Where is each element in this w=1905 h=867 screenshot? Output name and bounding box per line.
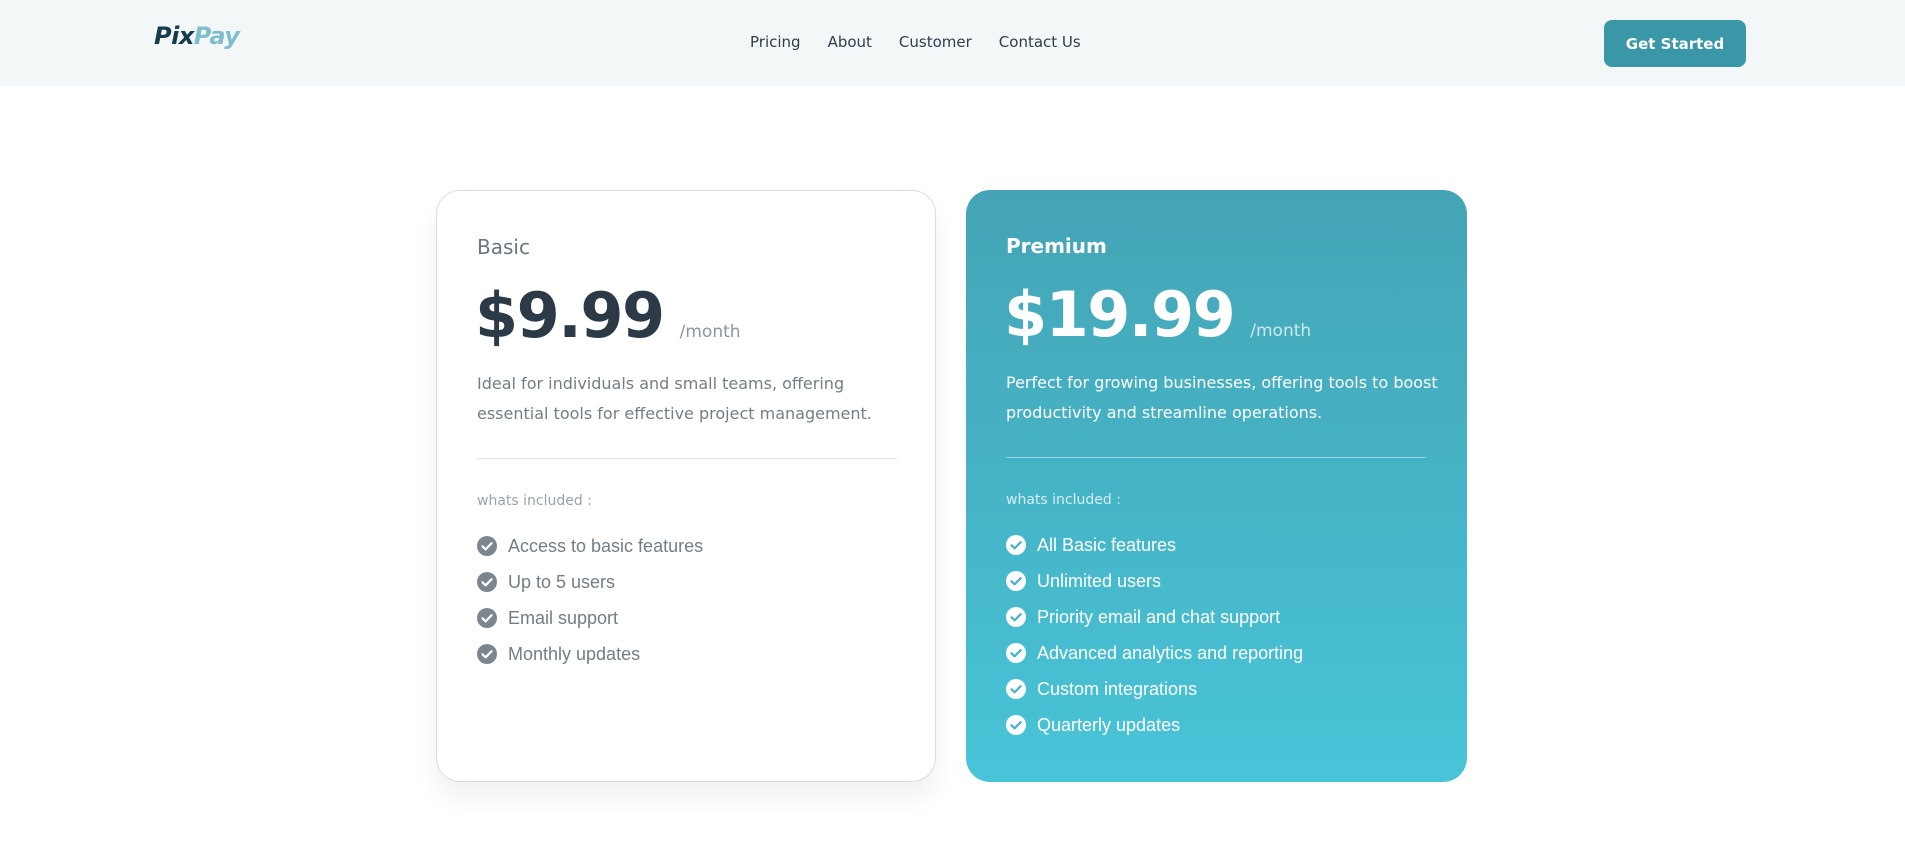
feature-item: Advanced analytics and reporting: [1006, 635, 1303, 671]
plan-name: Premium: [1006, 234, 1107, 258]
feature-text: Monthly updates: [508, 643, 641, 664]
premium-plan-card: Premium $19.99 /month Perfect for growin…: [966, 190, 1467, 782]
feature-text: Access to basic features: [508, 535, 704, 556]
plan-name: Basic: [477, 235, 530, 259]
main-nav: Pricing About Customer Contact Us: [750, 33, 1108, 51]
feature-item: Monthly updates: [477, 636, 703, 672]
feature-item: Quarterly updates: [1006, 707, 1303, 743]
check-circle-icon: [1006, 535, 1026, 555]
check-circle-icon: [1006, 643, 1026, 663]
check-circle-icon: [1006, 607, 1026, 627]
plan-price: $19.99: [1004, 278, 1236, 351]
nav-link-customer[interactable]: Customer: [899, 33, 972, 51]
check-circle-icon: [477, 536, 497, 556]
check-circle-icon: [1006, 571, 1026, 591]
price-row: $9.99 /month: [475, 279, 741, 352]
nav-link-contact-us[interactable]: Contact Us: [999, 33, 1081, 51]
feature-item: Up to 5 users: [477, 564, 703, 600]
check-circle-icon: [1006, 715, 1026, 735]
feature-text: Up to 5 users: [508, 571, 616, 592]
check-circle-icon: [477, 572, 497, 592]
feature-text: Advanced analytics and reporting: [1037, 642, 1304, 663]
card-divider: [1006, 457, 1426, 458]
feature-item: Email support: [477, 600, 703, 636]
feature-item: Access to basic features: [477, 528, 703, 564]
basic-plan-card: Basic $9.99 /month Ideal for individuals…: [436, 190, 936, 782]
feature-item: Unlimited users: [1006, 563, 1303, 599]
check-circle-icon: [1006, 679, 1026, 699]
feature-list: Access to basic features Up to 5 users E…: [477, 528, 703, 672]
whats-included-label: whats included :: [477, 493, 592, 509]
pixpay-logo[interactable]: PixPay: [154, 22, 240, 50]
check-circle-icon: [477, 608, 497, 628]
feature-item: Custom integrations: [1006, 671, 1303, 707]
whats-included-label: whats included :: [1006, 492, 1121, 508]
plan-price: $9.99: [475, 279, 665, 352]
price-period: /month: [679, 322, 741, 342]
check-circle-icon: [477, 644, 497, 664]
feature-text: Custom integrations: [1037, 678, 1198, 699]
price-row: $19.99 /month: [1004, 278, 1311, 351]
feature-text: All Basic features: [1037, 534, 1177, 555]
feature-text: Priority email and chat support: [1037, 606, 1281, 627]
plan-description: Perfect for growing businesses, offering…: [1006, 373, 1438, 422]
feature-item: All Basic features: [1006, 527, 1303, 563]
feature-text: Unlimited users: [1037, 570, 1162, 591]
feature-list: All Basic features Unlimited users Prior…: [1006, 527, 1303, 743]
logo-text-pay: Pay: [193, 22, 240, 50]
get-started-button[interactable]: Get Started: [1604, 20, 1746, 67]
feature-item: Priority email and chat support: [1006, 599, 1303, 635]
top-navbar: PixPay Pricing About Customer Contact Us…: [0, 0, 1905, 86]
logo-text-pix: Pix: [154, 22, 194, 50]
nav-link-about[interactable]: About: [828, 33, 872, 51]
card-divider: [477, 458, 897, 459]
nav-link-pricing[interactable]: Pricing: [750, 33, 801, 51]
feature-text: Quarterly updates: [1037, 714, 1181, 735]
feature-text: Email support: [508, 607, 619, 628]
price-period: /month: [1250, 321, 1312, 341]
plan-description: Ideal for individuals and small teams, o…: [477, 374, 872, 423]
